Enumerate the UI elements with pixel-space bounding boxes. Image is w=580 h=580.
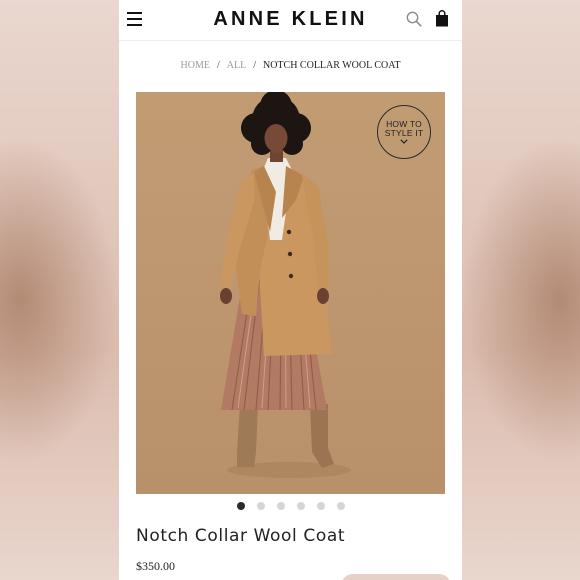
- carousel-dot-1[interactable]: [236, 502, 245, 510]
- carousel-dot-3[interactable]: [276, 502, 285, 510]
- carousel-dot-4[interactable]: [296, 502, 305, 510]
- carousel-dot-2[interactable]: [256, 502, 265, 510]
- breadcrumb: HOME / ALL / NOTCH COLLAR WOOL COAT: [119, 60, 462, 71]
- product-title: Notch Collar Wool Coat: [136, 526, 346, 546]
- add-to-bag-button[interactable]: [341, 574, 451, 580]
- badge-label: HOW TO STYLE IT: [384, 119, 424, 138]
- mobile-screen: ANNE KLEIN HOME / ALL / NOTCH COLLAR WOOL CO…: [119, 0, 462, 580]
- breadcrumb-home[interactable]: HOME: [181, 60, 210, 71]
- site-header: ANNE KLEIN: [119, 0, 462, 41]
- breadcrumb-current: NOTCH COLLAR WOOL COAT: [262, 60, 401, 71]
- search-icon[interactable]: [406, 11, 422, 27]
- carousel-dot-5[interactable]: [316, 502, 325, 510]
- breadcrumb-separator: /: [216, 60, 220, 71]
- carousel-dot-6[interactable]: [336, 502, 345, 510]
- breadcrumb-all[interactable]: ALL: [227, 60, 246, 71]
- chevron-down-icon: [400, 139, 408, 144]
- carousel-dots: [119, 502, 462, 510]
- shopping-bag-icon[interactable]: [435, 10, 449, 27]
- how-to-style-it-badge[interactable]: HOW TO STYLE IT: [377, 105, 431, 159]
- product-price: $350.00: [136, 559, 175, 573]
- breadcrumb-separator: /: [253, 60, 256, 71]
- product-image[interactable]: HOW TO STYLE IT: [136, 92, 445, 494]
